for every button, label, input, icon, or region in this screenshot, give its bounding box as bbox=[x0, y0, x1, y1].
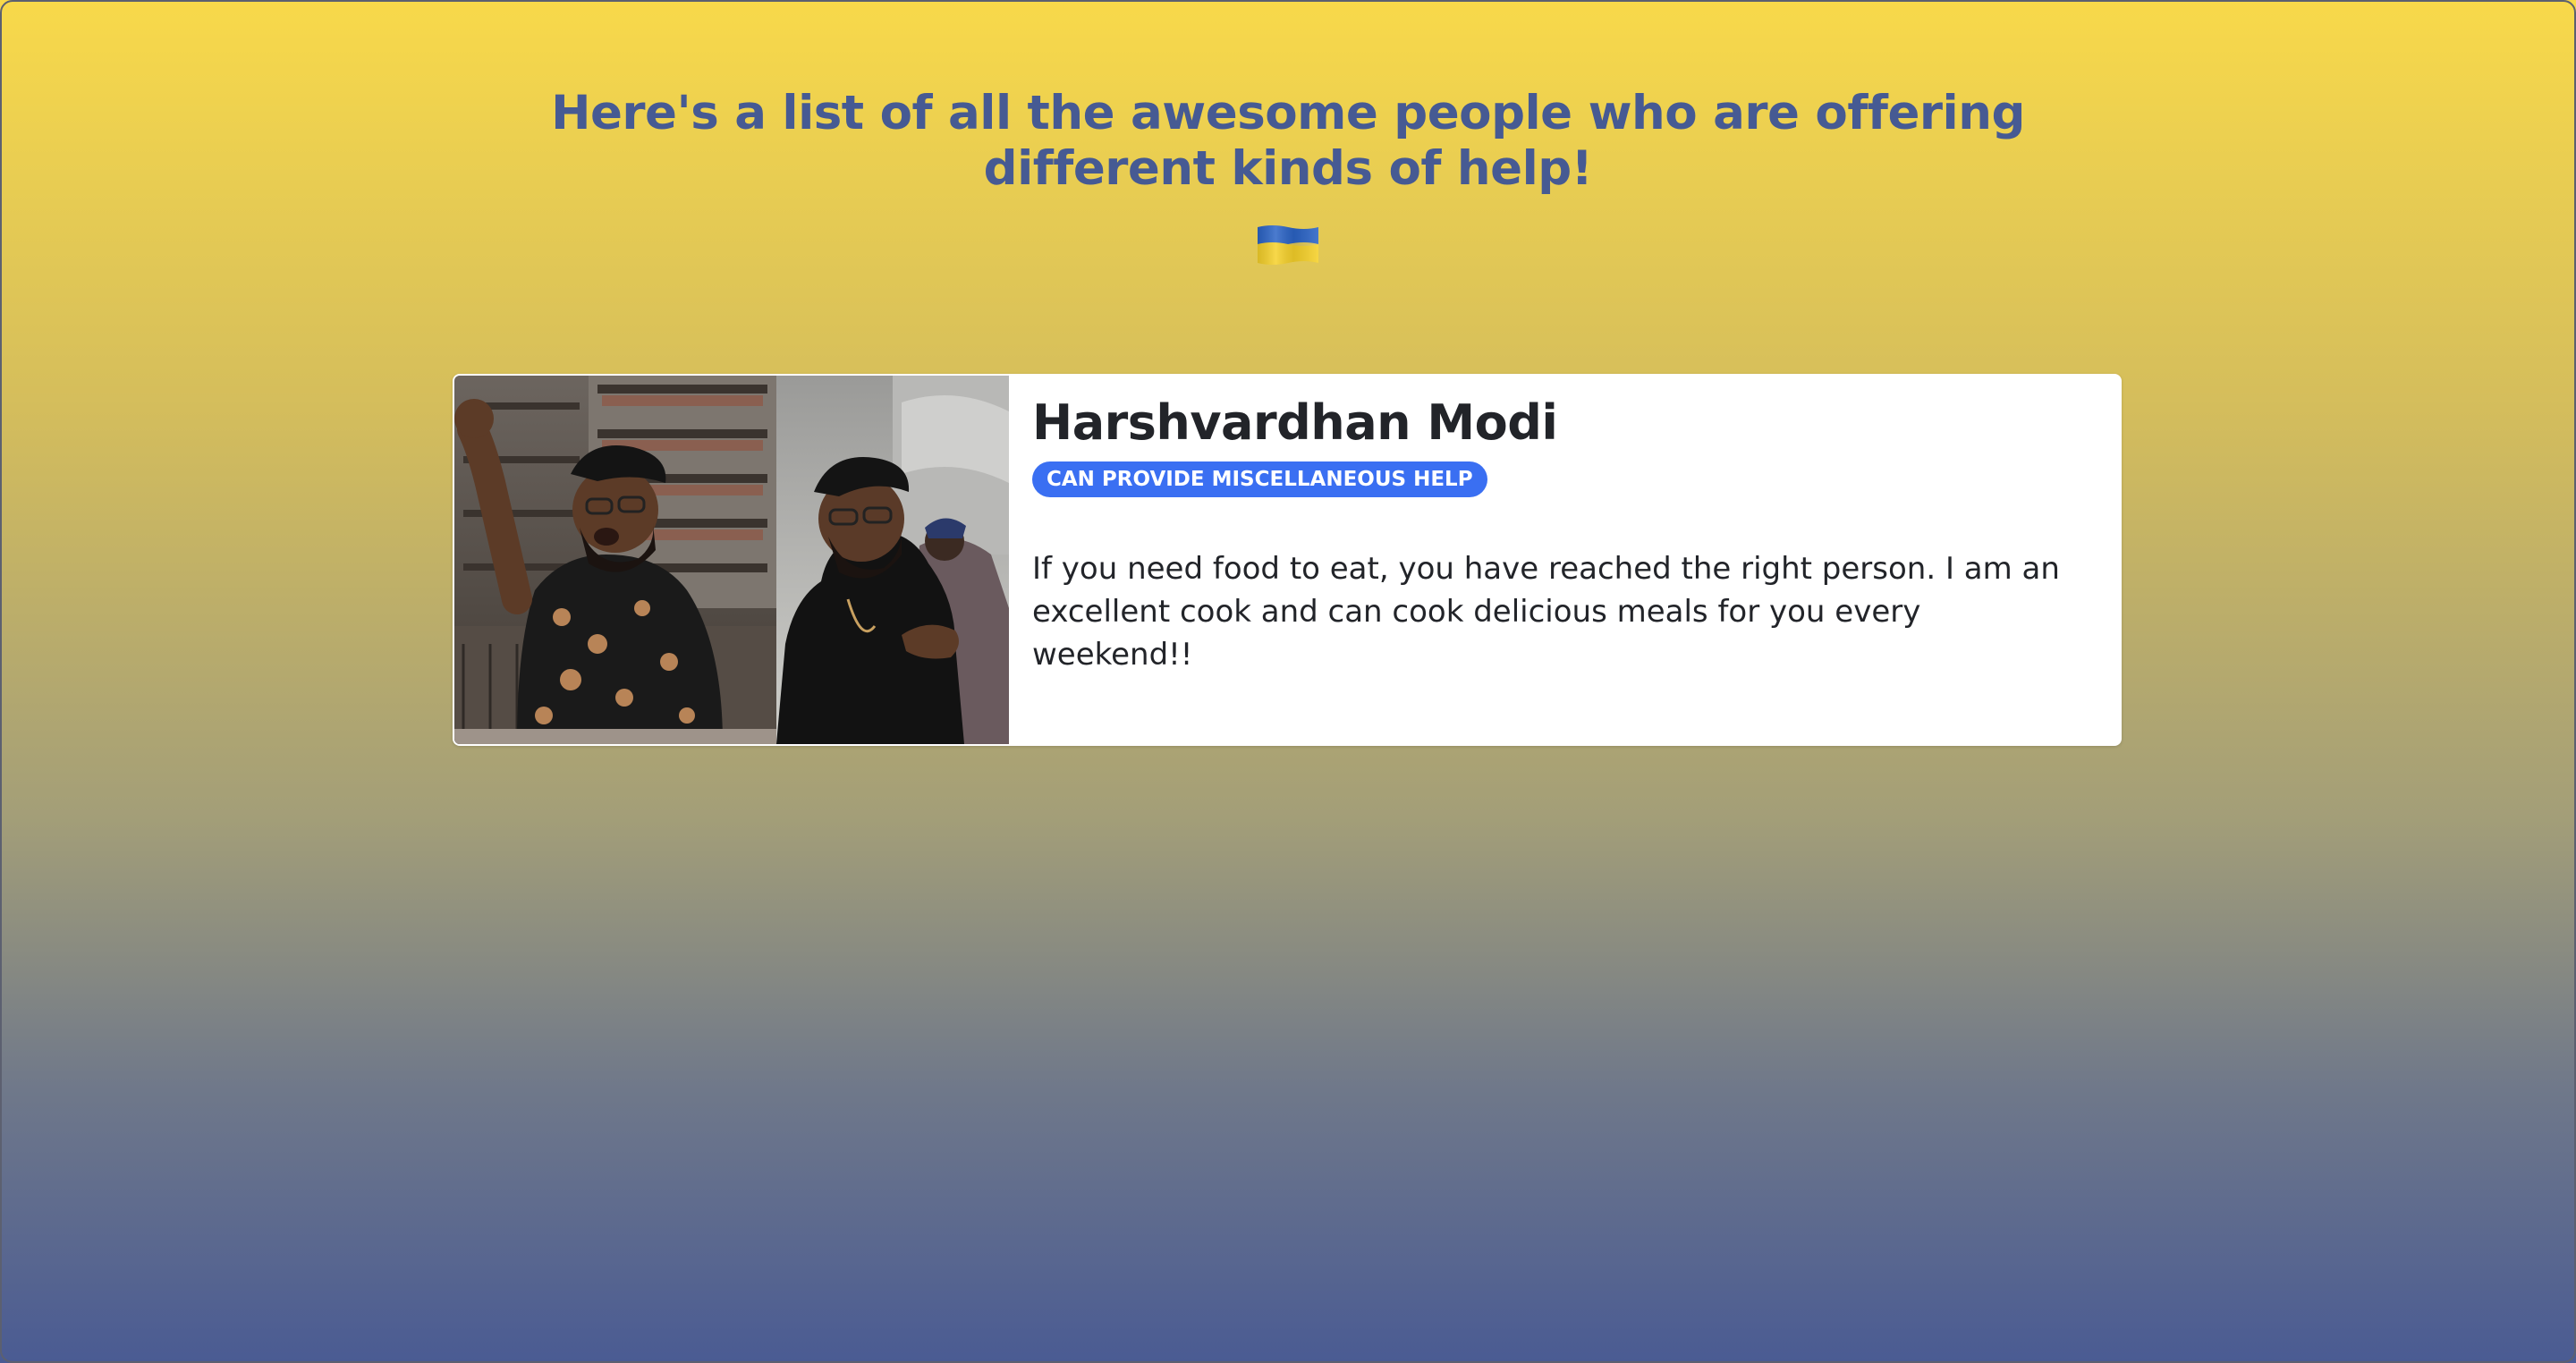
help-category-badge: CAN PROVIDE MISCELLANEOUS HELP bbox=[1032, 461, 1487, 497]
page-header: Here's a list of all the awesome people … bbox=[447, 86, 2129, 270]
helper-photo bbox=[454, 376, 1009, 744]
page-title: Here's a list of all the awesome people … bbox=[551, 86, 2025, 196]
helper-card[interactable]: Harshvardhan Modi CAN PROVIDE MISCELLANE… bbox=[453, 374, 2122, 746]
helper-description: If you need food to eat, you have reache… bbox=[1032, 551, 2060, 673]
helper-card-body: Harshvardhan Modi CAN PROVIDE MISCELLANE… bbox=[1032, 394, 2086, 676]
ukraine-flag-icon bbox=[1256, 222, 1320, 267]
helper-name: Harshvardhan Modi bbox=[1032, 394, 1558, 451]
